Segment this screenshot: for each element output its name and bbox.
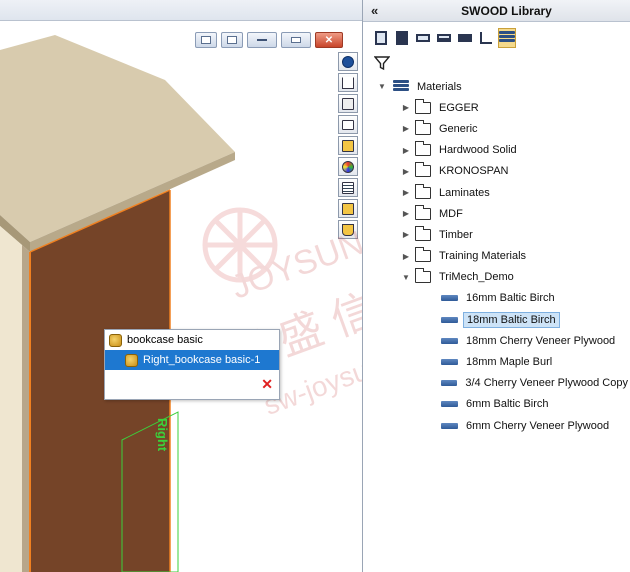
- tile-icon[interactable]: [221, 32, 243, 48]
- tree-folder-egger[interactable]: ▶ EGGER: [363, 97, 630, 118]
- folder-icon: [415, 162, 431, 178]
- tree-root-materials[interactable]: ▼ Materials: [363, 76, 630, 97]
- tree-folder-mdf[interactable]: ▶ MDF: [363, 203, 630, 224]
- cube-icon[interactable]: [338, 94, 358, 113]
- tree-material-item[interactable]: 18mm Cherry Veneer Plywood: [363, 330, 630, 351]
- material-board-icon: [441, 359, 458, 366]
- restore-icon[interactable]: [195, 32, 217, 48]
- library-tree: ▼ Materials ▶ EGGER ▶ Generic ▶ Hardwood So…: [363, 76, 630, 436]
- display-icon[interactable]: [338, 136, 358, 155]
- library-toolbar: [372, 28, 516, 48]
- edge-solid-icon[interactable]: [435, 28, 453, 48]
- selection-popup: bookcase basic Right_bookcase basic-1 ✕: [104, 329, 280, 400]
- popup-close-icon[interactable]: ✕: [261, 376, 273, 393]
- popup-selected-item[interactable]: Right_bookcase basic-1: [105, 350, 279, 370]
- material-board-icon: [441, 295, 458, 302]
- folder-icon: [415, 204, 431, 220]
- assembly-icon: [109, 333, 122, 347]
- home-icon[interactable]: [338, 73, 358, 92]
- folder-icon: [415, 141, 431, 157]
- tree-folder-trimech-demo[interactable]: ▼ TriMech_Demo: [363, 267, 630, 288]
- panel-icon[interactable]: [372, 28, 390, 48]
- collapsed-icon[interactable]: ▶: [401, 252, 411, 261]
- folder-icon: [415, 119, 431, 135]
- edge-icon[interactable]: [414, 28, 432, 48]
- tree-material-item[interactable]: 3/4 Cherry Veneer Plywood Copy: [363, 373, 630, 394]
- graphics-viewport[interactable]: Right ✕ JOYSUN 晋 盛 信 息 sw-joysun.com boo…: [0, 0, 362, 572]
- material-board-icon: [441, 337, 458, 344]
- viewport-window-controls: ✕: [195, 32, 343, 48]
- materials-stack-icon: [393, 79, 409, 94]
- material-board-icon: [441, 422, 458, 429]
- collapse-button[interactable]: «: [371, 3, 378, 18]
- collapsed-icon[interactable]: ▶: [401, 230, 411, 239]
- popup-title-row: bookcase basic: [105, 330, 279, 350]
- list-icon[interactable]: [338, 178, 358, 197]
- edge-flat-icon[interactable]: [456, 28, 474, 48]
- properties-icon[interactable]: [338, 220, 358, 239]
- tree-material-item-selected[interactable]: 18mm Baltic Birch: [363, 309, 630, 330]
- close-icon[interactable]: ✕: [315, 32, 343, 48]
- tree-folder-generic[interactable]: ▶ Generic: [363, 118, 630, 139]
- folder-icon: [415, 98, 431, 114]
- tree-folder-timber[interactable]: ▶ Timber: [363, 224, 630, 245]
- popup-title: bookcase basic: [127, 334, 203, 346]
- tree-folder-laminates[interactable]: ▶ Laminates: [363, 182, 630, 203]
- bookcase-model[interactable]: Right: [0, 0, 362, 572]
- open-folder-icon: [415, 268, 431, 284]
- collapsed-icon[interactable]: ▶: [401, 103, 411, 112]
- folder-icon: [415, 183, 431, 199]
- tree-material-item[interactable]: 6mm Cherry Veneer Plywood: [363, 415, 630, 436]
- expanded-icon[interactable]: ▼: [377, 82, 387, 91]
- board-icon[interactable]: [393, 28, 411, 48]
- tree-material-item[interactable]: 18mm Maple Burl: [363, 351, 630, 372]
- panel-title: SWOOD Library: [461, 3, 552, 18]
- expanded-icon[interactable]: ▼: [401, 273, 411, 282]
- filter-icon[interactable]: [373, 55, 391, 74]
- library-icon[interactable]: [338, 199, 358, 218]
- material-board-icon: [441, 401, 458, 408]
- minimize-icon[interactable]: [247, 32, 277, 48]
- folder-icon: [415, 225, 431, 241]
- material-board-icon: [441, 380, 458, 387]
- collapsed-icon[interactable]: ▶: [401, 188, 411, 197]
- collapsed-icon[interactable]: ▶: [401, 124, 411, 133]
- view-toolbar: [338, 52, 360, 239]
- tree-material-item[interactable]: 16mm Baltic Birch: [363, 288, 630, 309]
- maximize-icon[interactable]: [281, 32, 311, 48]
- tree-material-item[interactable]: 6mm Baltic Birch: [363, 394, 630, 415]
- collapsed-icon[interactable]: ▶: [401, 209, 411, 218]
- interior-shelf-area: [0, 226, 22, 572]
- side-front-edge: [22, 245, 30, 572]
- appearance-icon[interactable]: [338, 157, 358, 176]
- folder-icon: [415, 247, 431, 263]
- collapsed-icon[interactable]: ▶: [401, 167, 411, 176]
- panel-header: « SWOOD Library: [363, 0, 630, 22]
- tree-folder-training-materials[interactable]: ▶ Training Materials: [363, 246, 630, 267]
- materials-icon[interactable]: [498, 28, 516, 48]
- popup-item-label: Right_bookcase basic-1: [143, 354, 261, 366]
- swood-library-panel: « SWOOD Library ▼ Materials ▶ EGGER ▶ Gene…: [362, 0, 630, 572]
- globe-icon[interactable]: [338, 52, 358, 71]
- part-icon: [125, 353, 138, 367]
- hardware-icon[interactable]: [477, 28, 495, 48]
- folder-icon[interactable]: [338, 115, 358, 134]
- model-label-text: Right: [155, 418, 170, 452]
- tree-folder-hardwood-solid[interactable]: ▶ Hardwood Solid: [363, 140, 630, 161]
- material-board-icon: [441, 316, 458, 323]
- tree-folder-kronospan[interactable]: ▶ KRONOSPAN: [363, 161, 630, 182]
- collapsed-icon[interactable]: ▶: [401, 146, 411, 155]
